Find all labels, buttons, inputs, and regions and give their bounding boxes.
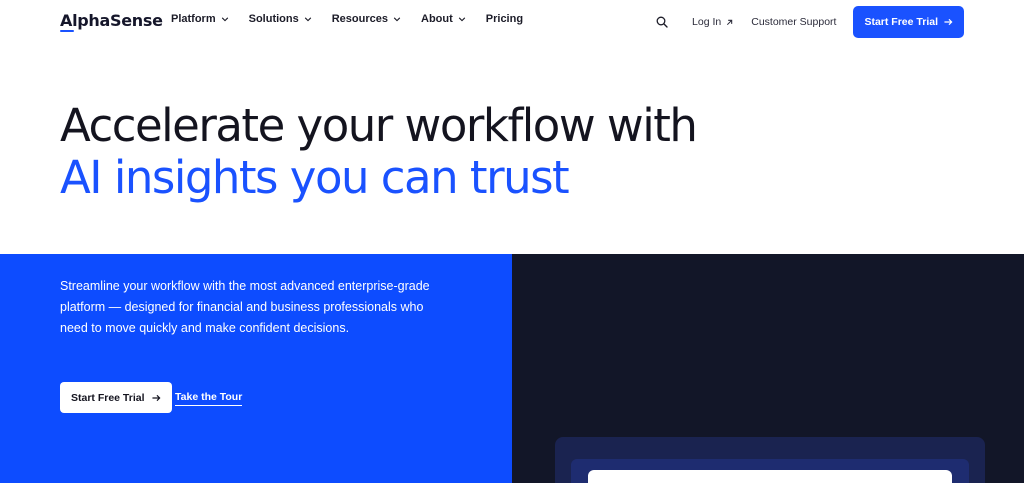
logo-accent-bar xyxy=(60,30,74,32)
search-button[interactable] xyxy=(652,12,672,32)
nav-item-pricing[interactable]: Pricing xyxy=(486,13,523,25)
chevron-down-icon xyxy=(304,17,311,22)
nav-item-label: About xyxy=(421,13,453,25)
nav-item-resources[interactable]: Resources xyxy=(332,13,401,25)
nav-item-about[interactable]: About xyxy=(421,13,466,25)
product-preview-screen xyxy=(588,470,952,483)
nav-utilities: Log In Customer Support Start Free Trial xyxy=(652,6,964,38)
intro-text: Streamline your workflow with the most a… xyxy=(60,279,430,335)
button-label: Start Free Trial xyxy=(71,391,145,404)
search-icon xyxy=(656,16,668,28)
arrow-up-right-icon xyxy=(727,19,733,25)
arrow-right-icon xyxy=(151,394,161,401)
login-link[interactable]: Log In xyxy=(692,16,733,28)
nav-item-label: Solutions xyxy=(248,13,299,25)
start-free-trial-button[interactable]: Start Free Trial xyxy=(853,6,964,38)
hero-headline-line1: Accelerate your workflow with xyxy=(60,99,698,152)
login-label: Log In xyxy=(692,16,722,28)
hero-headline: Accelerate your workflow with AI insight… xyxy=(60,99,698,204)
top-nav: AlphaSense Platform Solutions Resources … xyxy=(0,0,1024,44)
nav-item-label: Pricing xyxy=(485,13,524,25)
nav-item-platform[interactable]: Platform xyxy=(171,13,229,25)
hero-headline-line2: AI insights you can trust xyxy=(60,151,570,204)
chevron-down-icon xyxy=(458,17,465,22)
page: AlphaSense Platform Solutions Resources … xyxy=(0,0,1024,483)
nav-item-label: Resources xyxy=(331,13,388,25)
arrow-right-icon xyxy=(944,18,953,26)
nav-item-label: Platform xyxy=(171,13,216,25)
nav-item-solutions[interactable]: Solutions xyxy=(249,13,312,25)
customer-support-link[interactable]: Customer Support xyxy=(751,16,836,28)
primary-nav: Platform Solutions Resources About Prici… xyxy=(171,13,523,25)
chevron-down-icon xyxy=(393,17,401,22)
alphasense-logo[interactable]: AlphaSense xyxy=(60,11,163,30)
chevron-down-icon xyxy=(221,17,228,22)
cta-label: Start Free Trial xyxy=(864,16,938,28)
take-the-tour-link[interactable]: Take the Tour xyxy=(175,391,243,406)
start-free-trial-hero-button[interactable]: Start Free Trial xyxy=(60,382,172,413)
